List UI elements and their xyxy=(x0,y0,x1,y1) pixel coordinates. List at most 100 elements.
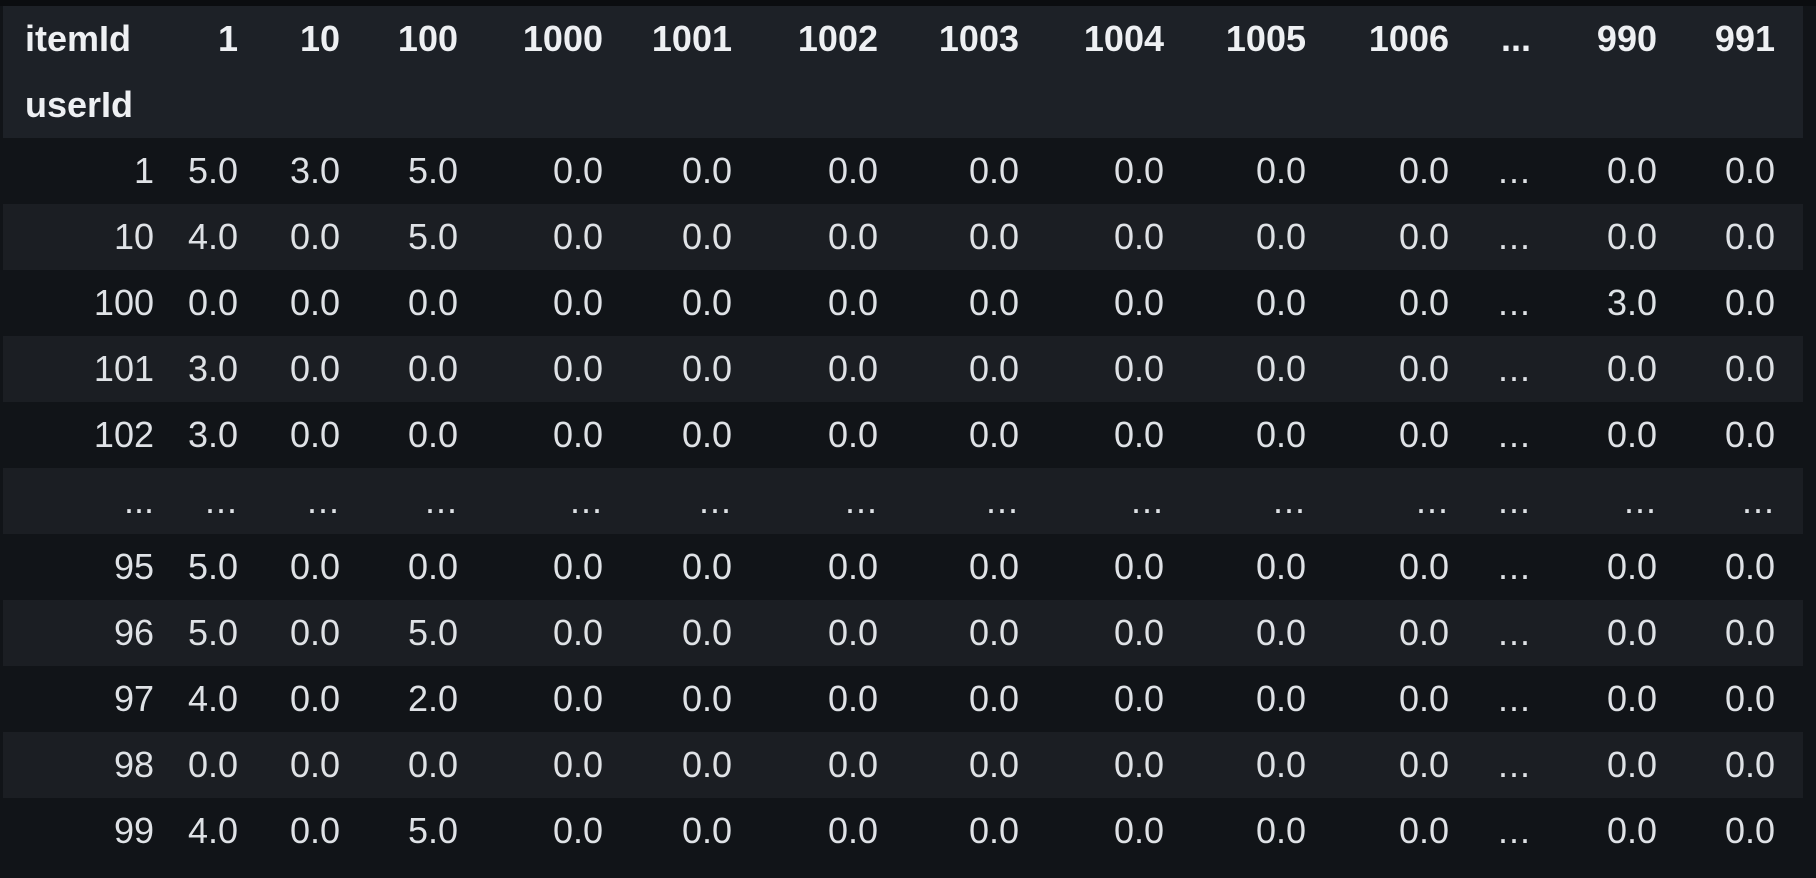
ellipsis-cell: ... xyxy=(1182,468,1324,534)
value-cell: 0.0 xyxy=(750,798,896,864)
value-cell: 0.0 xyxy=(1324,534,1467,600)
value-cell: 0.0 xyxy=(476,534,621,600)
value-cell: 0.0 xyxy=(358,402,476,468)
value-cell: 0.0 xyxy=(1675,402,1803,468)
value-cell: 0.0 xyxy=(750,336,896,402)
value-cell: 0.0 xyxy=(256,336,358,402)
value-cell: 0.0 xyxy=(896,600,1037,666)
value-cell: 0.0 xyxy=(1675,336,1803,402)
ellipsis-cell: ... xyxy=(1675,468,1803,534)
value-cell: 0.0 xyxy=(1675,204,1803,270)
value-cell: 0.0 xyxy=(750,666,896,732)
value-cell: 0.0 xyxy=(1549,204,1675,270)
value-cell: 0.0 xyxy=(621,270,750,336)
column-header: 1 xyxy=(181,6,256,72)
value-cell: 2.0 xyxy=(358,666,476,732)
empty-header-cell xyxy=(256,72,358,138)
dataframe-output: itemId 1 10 100 1000 1001 1002 1003 1004 1005 100… xyxy=(0,0,1816,878)
ellipsis-cell: ... xyxy=(1467,270,1549,336)
value-cell: 0.0 xyxy=(621,732,750,798)
ellipsis-cell: ... xyxy=(1324,468,1467,534)
value-cell: 0.0 xyxy=(621,798,750,864)
index-name-row: userId xyxy=(3,72,1803,138)
value-cell: 0.0 xyxy=(1549,732,1675,798)
value-cell: 5.0 xyxy=(358,204,476,270)
row-index-label: 96 xyxy=(3,600,181,666)
value-cell: 0.0 xyxy=(181,270,256,336)
row-index-label: 1 xyxy=(3,138,181,204)
value-cell: 5.0 xyxy=(181,138,256,204)
value-cell: 5.0 xyxy=(181,534,256,600)
empty-header-cell xyxy=(358,72,476,138)
value-cell: 4.0 xyxy=(181,666,256,732)
value-cell: 0.0 xyxy=(896,732,1037,798)
value-cell: 0.0 xyxy=(896,204,1037,270)
value-cell: 0.0 xyxy=(1549,138,1675,204)
table-row: 1 5.0 3.0 5.0 0.0 0.0 0.0 0.0 0.0 0.0 0.0... 0.0 0.0 xyxy=(3,138,1803,204)
table-body: 1 5.0 3.0 5.0 0.0 0.0 0.0 0.0 0.0 0.0 0.0... 0.0 0.0… xyxy=(3,138,1803,864)
value-cell: 0.0 xyxy=(621,138,750,204)
ellipsis-cell: ... xyxy=(750,468,896,534)
column-header: 100 xyxy=(358,6,476,72)
value-cell: 0.0 xyxy=(256,798,358,864)
value-cell: 0.0 xyxy=(1675,666,1803,732)
value-cell: 0.0 xyxy=(476,204,621,270)
value-cell: 0.0 xyxy=(256,402,358,468)
value-cell: 5.0 xyxy=(358,798,476,864)
value-cell: 0.0 xyxy=(621,600,750,666)
value-cell: 0.0 xyxy=(1037,600,1182,666)
table-row: 97 4.0 0.0 2.0 0.0 0.0 0.0 0.0 0.0 0.0 0.0... 0.0 0.… xyxy=(3,666,1803,732)
column-header: 1000 xyxy=(476,6,621,72)
empty-header-cell xyxy=(1549,72,1675,138)
value-cell: 0.0 xyxy=(621,402,750,468)
value-cell: 0.0 xyxy=(1675,138,1803,204)
value-cell: 0.0 xyxy=(1675,534,1803,600)
ellipsis-cell: ... xyxy=(476,468,621,534)
value-cell: 0.0 xyxy=(1549,534,1675,600)
value-cell: 0.0 xyxy=(896,270,1037,336)
value-cell: 0.0 xyxy=(750,138,896,204)
value-cell: 0.0 xyxy=(1324,666,1467,732)
empty-header-cell xyxy=(1467,72,1549,138)
column-header: 1006 xyxy=(1324,6,1467,72)
ellipsis-cell: ... xyxy=(1549,468,1675,534)
value-cell: 0.0 xyxy=(896,798,1037,864)
value-cell: 0.0 xyxy=(750,204,896,270)
value-cell: 0.0 xyxy=(1182,666,1324,732)
empty-header-cell xyxy=(476,72,621,138)
empty-header-cell xyxy=(1037,72,1182,138)
value-cell: 0.0 xyxy=(476,270,621,336)
value-cell: 0.0 xyxy=(621,534,750,600)
column-header: 1002 xyxy=(750,6,896,72)
ellipsis-cell: ... xyxy=(1467,732,1549,798)
value-cell: 0.0 xyxy=(1037,732,1182,798)
value-cell: 0.0 xyxy=(476,138,621,204)
value-cell: 5.0 xyxy=(358,600,476,666)
ellipsis-cell: ... xyxy=(181,468,256,534)
table-row: 99 4.0 0.0 5.0 0.0 0.0 0.0 0.0 0.0 0.0 0.0... 0.0 0.… xyxy=(3,798,1803,864)
empty-header-cell xyxy=(896,72,1037,138)
ellipsis-cell: ... xyxy=(1467,402,1549,468)
value-cell: 0.0 xyxy=(256,666,358,732)
table-row: 95 5.0 0.0 0.0 0.0 0.0 0.0 0.0 0.0 0.0 0.0... 0.0 0.… xyxy=(3,534,1803,600)
value-cell: 4.0 xyxy=(181,798,256,864)
ellipsis-cell: ... xyxy=(1467,138,1549,204)
ellipsis-cell: ... xyxy=(1467,468,1549,534)
value-cell: 3.0 xyxy=(181,402,256,468)
value-cell: 0.0 xyxy=(621,666,750,732)
table-row: 10 4.0 0.0 5.0 0.0 0.0 0.0 0.0 0.0 0.0 0.0... 0.0 0.… xyxy=(3,204,1803,270)
value-cell: 0.0 xyxy=(1037,666,1182,732)
column-header-row: itemId 1 10 100 1000 1001 1002 1003 1004 1005 100… xyxy=(3,6,1803,72)
value-cell: 0.0 xyxy=(256,534,358,600)
ellipsis-cell: ... xyxy=(1467,666,1549,732)
value-cell: 0.0 xyxy=(1037,270,1182,336)
value-cell: 4.0 xyxy=(181,204,256,270)
empty-header-cell xyxy=(181,72,256,138)
empty-header-cell xyxy=(621,72,750,138)
row-index-label: 95 xyxy=(3,534,181,600)
value-cell: 0.0 xyxy=(1324,600,1467,666)
row-index-label: 97 xyxy=(3,666,181,732)
ellipsis-cell: ... xyxy=(1467,534,1549,600)
value-cell: 0.0 xyxy=(1324,402,1467,468)
value-cell: 0.0 xyxy=(1037,204,1182,270)
